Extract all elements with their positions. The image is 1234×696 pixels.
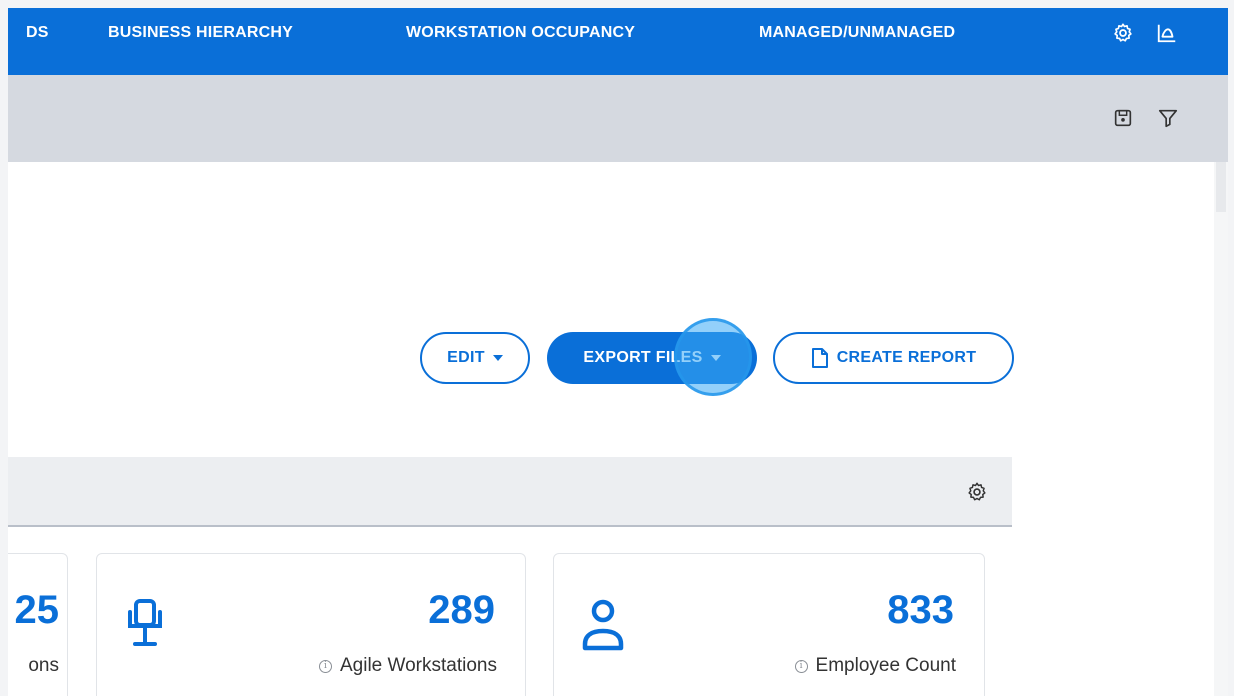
filter-icon[interactable] <box>1157 107 1179 129</box>
export-files-label: EXPORT FILES <box>583 349 703 366</box>
nav-item-managed-unmanaged[interactable]: MANAGED/UNMANAGED <box>759 8 955 58</box>
edit-button[interactable]: EDIT <box>420 332 530 384</box>
area-chart-icon[interactable] <box>1156 22 1178 44</box>
gear-icon[interactable] <box>1112 22 1134 44</box>
info-icon: i <box>794 659 808 673</box>
stat-value: 25 <box>14 588 60 632</box>
scrollbar-thumb[interactable] <box>1216 162 1226 212</box>
info-icon: i <box>319 659 332 673</box>
sub-toolbar <box>8 75 1228 162</box>
stat-label: i Employee Count <box>794 655 956 677</box>
create-report-label: CREATE REPORT <box>836 349 977 366</box>
nav-item-business-hierarchy[interactable]: BUSINESS HIERARCHY <box>108 8 293 58</box>
office-chair-icon <box>128 599 162 646</box>
edit-button-label: EDIT <box>447 349 485 366</box>
stat-card-agile-workstations: 289 i Agile Workstations <box>96 553 526 696</box>
stat-card-workstations: 25 ons <box>8 553 68 696</box>
panel-header <box>8 457 1012 527</box>
stat-label: ons <box>28 655 59 676</box>
create-report-button[interactable]: CREATE REPORT <box>773 332 1014 384</box>
document-icon <box>811 348 828 368</box>
scrollbar[interactable] <box>1214 162 1228 696</box>
gear-icon[interactable] <box>966 481 988 503</box>
save-icon[interactable] <box>1112 107 1134 129</box>
stat-value: 833 <box>887 588 954 632</box>
caret-down-icon <box>492 355 503 361</box>
top-navigation: DS BUSINESS HIERARCHY WORKSTATION OCCUPA… <box>8 8 1228 75</box>
nav-item-workstation-occupancy[interactable]: WORKSTATION OCCUPANCY <box>406 8 635 58</box>
stat-card-employee-count: 833 i Employee Count <box>553 553 985 696</box>
stat-value: 289 <box>428 588 495 632</box>
person-icon <box>582 599 624 651</box>
app-frame: DS BUSINESS HIERARCHY WORKSTATION OCCUPA… <box>8 8 1228 696</box>
export-files-button[interactable]: EXPORT FILES <box>547 332 757 384</box>
stat-label: i Agile Workstations <box>319 655 497 677</box>
nav-item-fields[interactable]: DS <box>26 8 49 58</box>
caret-down-icon <box>710 355 721 361</box>
